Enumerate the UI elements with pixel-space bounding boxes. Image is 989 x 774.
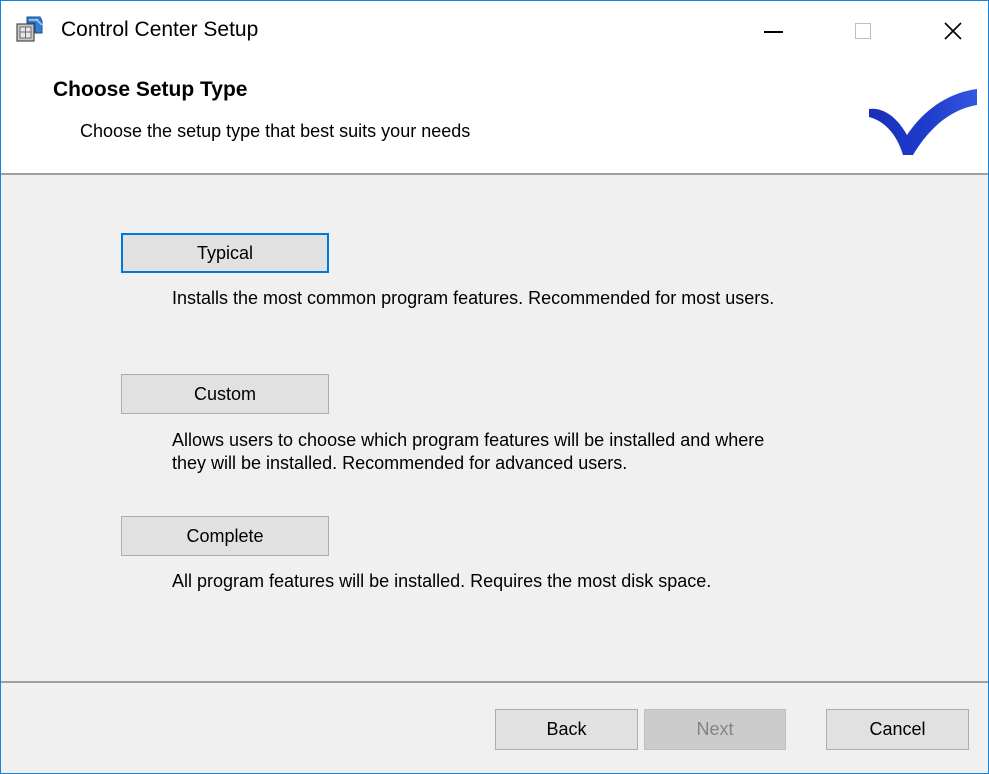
window-title: Control Center Setup <box>61 18 259 41</box>
custom-description: Allows users to choose which program fea… <box>172 429 764 475</box>
close-button[interactable] <box>925 1 981 61</box>
custom-description-line: Allows users to choose which program fea… <box>172 430 765 450</box>
back-button[interactable]: Back <box>495 709 638 750</box>
cancel-button[interactable]: Cancel <box>826 709 969 750</box>
custom-button[interactable]: Custom <box>121 374 329 414</box>
maximize-icon <box>855 23 871 39</box>
footer-buttons: Back Next Cancel <box>1 683 988 773</box>
close-icon <box>944 22 962 40</box>
complete-description-line: All program features will be installed. … <box>172 571 712 591</box>
minimize-icon <box>763 31 783 33</box>
page-subtitle: Choose the setup type that best suits yo… <box>80 121 471 141</box>
page-title: Choose Setup Type <box>53 78 248 101</box>
minimize-button[interactable] <box>745 1 801 61</box>
custom-description-line: they will be installed. Recommended for … <box>172 453 628 473</box>
maximize-button <box>835 1 891 61</box>
header-banner: Choose Setup Type Choose the setup type … <box>1 61 988 173</box>
installer-package-icon <box>16 16 43 42</box>
typical-description: Installs the most common program feature… <box>172 287 774 310</box>
complete-description: All program features will be installed. … <box>172 570 711 593</box>
setup-type-options: Typical Installs the most common program… <box>1 175 988 681</box>
typical-description-line: Installs the most common program feature… <box>172 288 775 308</box>
complete-button[interactable]: Complete <box>121 516 329 556</box>
typical-button[interactable]: Typical <box>121 233 329 273</box>
next-button: Next <box>644 709 786 750</box>
setup-window: Control Center Setup Choose Setup Type C… <box>0 0 989 774</box>
title-bar: Control Center Setup <box>1 1 988 61</box>
brand-checkmark-logo <box>869 89 977 155</box>
